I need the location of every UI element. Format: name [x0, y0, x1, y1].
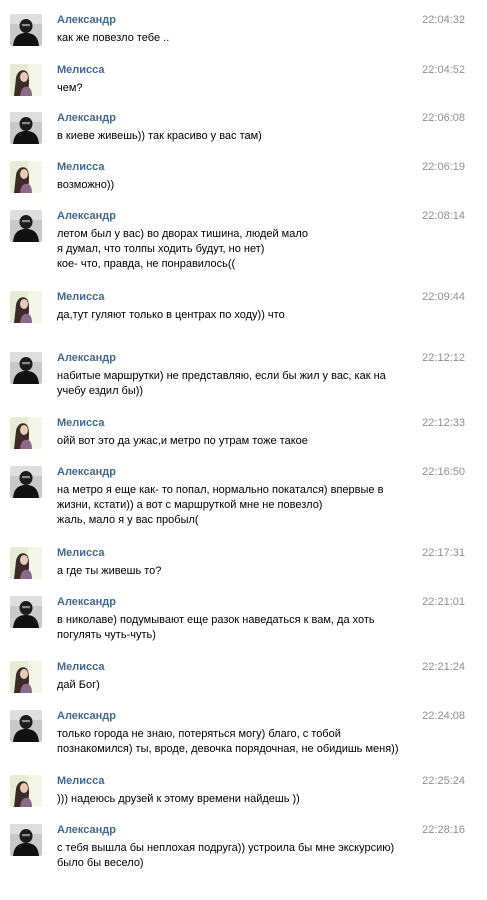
- message-timestamp: 22:12:12: [422, 352, 465, 364]
- message-timestamp: 22:04:52: [422, 64, 465, 76]
- author-name-link[interactable]: Мелисса: [57, 547, 105, 560]
- message-text: ойй вот это да ужас,и метро по утрам тож…: [57, 434, 422, 449]
- message-text: в николаве) подумывают еще разок наведат…: [57, 613, 422, 643]
- message-text-line: познакомился) ты, вроде, девочка порядоч…: [57, 743, 399, 755]
- author-name-link[interactable]: Александр: [57, 710, 116, 723]
- message-text-line: кое- что, правда, не понравилось((: [57, 258, 236, 270]
- message-timestamp: 22:17:31: [422, 547, 465, 559]
- message-timestamp: 22:06:08: [422, 112, 465, 124]
- avatar-aleksandr[interactable]: [10, 210, 42, 242]
- avatar-melissa[interactable]: [10, 661, 42, 693]
- message-text-line: летом был у вас) во дворах тишина, людей…: [57, 228, 309, 240]
- message-timestamp: 22:21:24: [422, 661, 465, 673]
- message-timestamp: 22:28:16: [422, 824, 465, 836]
- avatar-melissa[interactable]: [10, 64, 42, 96]
- message-text-line: чем?: [57, 82, 83, 94]
- message-text-line: жаль, мало я у вас пробыл(: [57, 514, 199, 526]
- author-name-link[interactable]: Александр: [57, 824, 116, 837]
- message-text-line: учебу ездил бы)): [57, 385, 144, 397]
- message-timestamp: 22:12:33: [422, 417, 465, 429]
- message-text-line: набитые маршрутки) не представляю, если …: [57, 370, 386, 382]
- message-text-line: в киеве живешь)) так красиво у вас там): [57, 130, 262, 142]
- message-timestamp: 22:16:50: [422, 466, 465, 478]
- message-text: чем?: [57, 81, 422, 96]
- message-text: дай Бог): [57, 678, 422, 693]
- message-text: возможно)): [57, 178, 422, 193]
- avatar-aleksandr[interactable]: [10, 112, 42, 144]
- author-name-link[interactable]: Мелисса: [57, 775, 105, 788]
- message-text-line: в николаве) подумывают еще разок наведат…: [57, 614, 375, 626]
- author-name-link[interactable]: Мелисса: [57, 161, 105, 174]
- author-name-link[interactable]: Александр: [57, 466, 116, 479]
- message-timestamp: 22:04:32: [422, 14, 465, 26]
- avatar-aleksandr[interactable]: [10, 710, 42, 742]
- message-text-line: а где ты живешь то?: [57, 565, 162, 577]
- avatar-melissa[interactable]: [10, 291, 42, 323]
- avatar-melissa[interactable]: [10, 417, 42, 449]
- message-text-line: жизни, кстати)) а вот с маршруткой мне н…: [57, 499, 323, 511]
- message-timestamp: 22:09:44: [422, 291, 465, 303]
- avatar-aleksandr[interactable]: [10, 352, 42, 384]
- author-name-link[interactable]: Александр: [57, 14, 116, 27]
- author-name-link[interactable]: Мелисса: [57, 417, 105, 430]
- message-text: да,тут гуляют только в центрах по ходу))…: [57, 308, 422, 323]
- author-name-link[interactable]: Александр: [57, 352, 116, 365]
- message-text: ))) надеюсь друзей к этому времени найде…: [57, 792, 422, 807]
- author-name-link[interactable]: Мелисса: [57, 661, 105, 674]
- message-text: а где ты живешь то?: [57, 564, 422, 579]
- message-history: Александр 22:04:32 как же повезло тебе .. М…: [0, 0, 487, 900]
- avatar-aleksandr[interactable]: [10, 14, 42, 46]
- message-text-line: я думал, что толпы ходить будут, но нет): [57, 243, 265, 255]
- message-text: с тебя вышла бы неплохая подруга)) устро…: [57, 841, 422, 871]
- message-text-line: погулять чуть-чуть): [57, 629, 156, 641]
- author-name-link[interactable]: Александр: [57, 112, 116, 125]
- author-name-link[interactable]: Александр: [57, 210, 116, 223]
- message-timestamp: 22:25:24: [422, 775, 465, 787]
- message-text-line: дай Бог): [57, 679, 100, 691]
- message-text-line: было бы весело): [57, 857, 144, 869]
- message-text: летом был у вас) во дворах тишина, людей…: [57, 227, 422, 272]
- author-name-link[interactable]: Александр: [57, 596, 116, 609]
- message-text: как же повезло тебе ..: [57, 31, 422, 46]
- author-name-link[interactable]: Мелисса: [57, 64, 105, 77]
- message-text-line: только города не знаю, потеряться могу) …: [57, 728, 341, 740]
- avatar-aleksandr[interactable]: [10, 596, 42, 628]
- message-text: в киеве живешь)) так красиво у вас там): [57, 129, 422, 144]
- message-text-line: на метро я еще как- то попал, нормально …: [57, 484, 384, 496]
- message-text-line: как же повезло тебе ..: [57, 32, 170, 44]
- message-text-line: ))) надеюсь друзей к этому времени найде…: [57, 793, 300, 805]
- avatar-melissa[interactable]: [10, 547, 42, 579]
- message-text-line: с тебя вышла бы неплохая подруга)) устро…: [57, 842, 395, 854]
- avatar-melissa[interactable]: [10, 775, 42, 807]
- avatar-aleksandr[interactable]: [10, 466, 42, 498]
- message-timestamp: 22:24:08: [422, 710, 465, 722]
- message-text: только города не знаю, потеряться могу) …: [57, 727, 422, 757]
- message-text-line: да,тут гуляют только в центрах по ходу))…: [57, 309, 285, 321]
- author-name-link[interactable]: Мелисса: [57, 291, 105, 304]
- message-text: набитые маршрутки) не представляю, если …: [57, 369, 422, 399]
- message-timestamp: 22:08:14: [422, 210, 465, 222]
- message-text: на метро я еще как- то попал, нормально …: [57, 483, 422, 528]
- avatar-aleksandr[interactable]: [10, 824, 42, 856]
- message-timestamp: 22:06:19: [422, 161, 465, 173]
- message-text-line: возможно)): [57, 179, 115, 191]
- avatar-melissa[interactable]: [10, 161, 42, 193]
- message-timestamp: 22:21:01: [422, 596, 465, 608]
- message-text-line: ойй вот это да ужас,и метро по утрам тож…: [57, 435, 308, 447]
